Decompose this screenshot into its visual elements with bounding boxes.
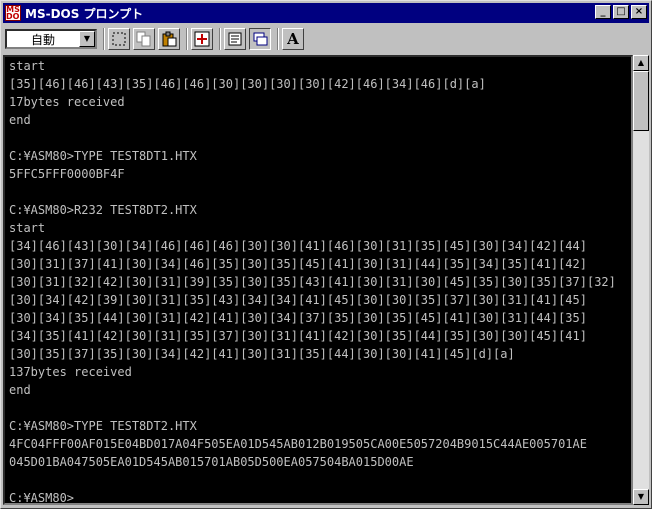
text-cursor <box>74 503 82 505</box>
font-button[interactable]: A <box>282 28 304 50</box>
vertical-scrollbar[interactable]: ▲ ▼ <box>633 55 649 505</box>
scroll-down-button[interactable]: ▼ <box>633 489 649 505</box>
background-button[interactable] <box>249 28 271 50</box>
console-line: [30][31][32][42][30][31][39][35][30][35]… <box>9 275 616 289</box>
copy-button[interactable] <box>133 28 155 50</box>
console-line: [34][46][43][30][34][46][46][46][30][30]… <box>9 239 587 253</box>
console-line: 5FFC5FFF0000BF4F <box>9 167 125 181</box>
console-line: end <box>9 383 31 397</box>
scroll-thumb[interactable] <box>633 71 649 131</box>
toolbar-separator <box>219 28 221 50</box>
console-line: start <box>9 221 46 235</box>
properties-button[interactable] <box>224 28 246 50</box>
console-line: [30][34][42][39][30][31][35][43][34][34]… <box>9 293 587 307</box>
console-line: C:¥ASM80> <box>9 491 75 505</box>
window-title: MS-DOS プロンプト <box>25 6 144 21</box>
toolbar-separator <box>277 28 279 50</box>
title-bar[interactable]: MS DOS MS-DOS プロンプト _ □ × <box>3 3 649 23</box>
fullscreen-icon <box>194 31 210 47</box>
console-line: [30][34][35][44][30][31][42][41][30][34]… <box>9 311 587 325</box>
terminal-text: start [35][46][46][43][35][46][46][30][3… <box>9 57 616 505</box>
copy-icon <box>136 31 151 47</box>
console-line: 045D01BA047505EA01D545AB015701AB05D500EA… <box>9 455 414 469</box>
close-button[interactable]: × <box>631 5 647 19</box>
toolbar: 自動 ▼ A <box>3 25 649 53</box>
console-line: start <box>9 59 46 73</box>
toolbar-separator <box>103 28 105 50</box>
paste-icon <box>162 31 177 47</box>
window-controls: _ □ × <box>595 5 647 19</box>
toolbar-separator <box>186 28 188 50</box>
font-size-select[interactable]: 自動 ▼ <box>5 29 97 49</box>
scroll-up-button[interactable]: ▲ <box>633 55 649 71</box>
minimize-button[interactable]: _ <box>595 5 611 19</box>
console-line: 137bytes received <box>9 365 132 379</box>
console-line: [30][31][37][41][30][34][46][35][30][35]… <box>9 257 587 271</box>
console-line: [34][35][41][42][30][31][35][37][30][31]… <box>9 329 587 343</box>
console-line: C:¥ASM80>R232 TEST8DT2.HTX <box>9 203 197 217</box>
msdos-window: MS DOS MS-DOS プロンプト _ □ × 自動 ▼ <box>0 0 652 509</box>
console-line: [30][35][37][35][30][34][42][41][30][31]… <box>9 347 515 361</box>
fullscreen-button[interactable] <box>191 28 213 50</box>
console-output[interactable]: start [35][46][46][43][35][46][46][30][3… <box>3 55 633 505</box>
console-line: 17bytes received <box>9 95 125 109</box>
console-line: C:¥ASM80>TYPE TEST8DT2.HTX <box>9 419 197 433</box>
console-line: C:¥ASM80>TYPE TEST8DT1.HTX <box>9 149 197 163</box>
console-line: end <box>9 113 31 127</box>
msdos-app-icon[interactable]: MS DOS <box>5 5 21 21</box>
font-icon: A <box>287 30 299 48</box>
console-line: 4FC04FFF00AF015E04BD017A04F505EA01D545AB… <box>9 437 587 451</box>
maximize-button[interactable]: □ <box>613 5 629 19</box>
background-icon <box>253 32 268 46</box>
mark-icon <box>112 32 126 46</box>
console-line: [35][46][46][43][35][46][46][30][30][30]… <box>9 77 486 91</box>
properties-icon <box>228 32 242 46</box>
font-size-value: 自動 <box>30 32 55 47</box>
chevron-down-icon[interactable]: ▼ <box>79 31 95 47</box>
paste-button[interactable] <box>158 28 180 50</box>
mark-button[interactable] <box>108 28 130 50</box>
